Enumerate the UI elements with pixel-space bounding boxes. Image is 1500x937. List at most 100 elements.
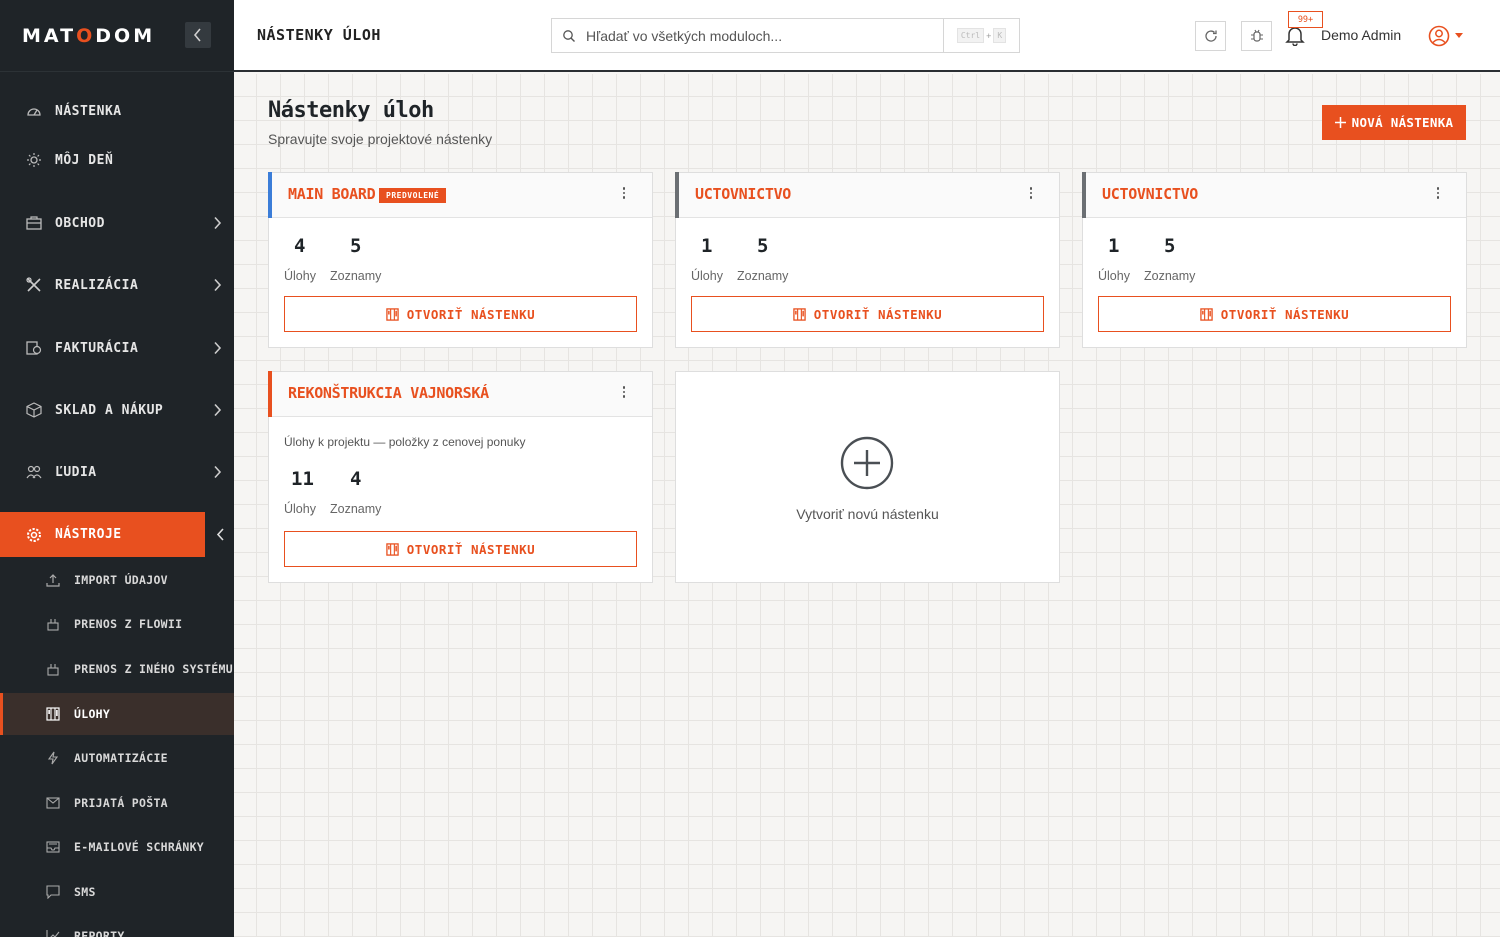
open-board-label: OTVORIŤ NÁSTENKU (813, 306, 943, 322)
sidebar-item-nastroje[interactable]: NÁSTROJE (0, 512, 234, 557)
board-title[interactable]: UCTOVNICTVO (1102, 185, 1198, 203)
board-accent-bar (268, 172, 272, 218)
stat-tasks-label: Úlohy (691, 269, 723, 283)
stat-tasks-caption: Úlohy (284, 263, 316, 283)
more-options-icon[interactable] (1028, 187, 1034, 199)
board-title[interactable]: MAIN BOARD (288, 185, 376, 203)
stat-lists: 4 (350, 468, 361, 490)
user-name[interactable]: Demo Admin (1321, 27, 1401, 43)
sidebar-item-label: OBCHOD (55, 215, 105, 231)
stat-lists-caption: Zoznamy (737, 263, 788, 283)
debug-button[interactable] (1241, 21, 1272, 51)
sidebar-item-moj-den[interactable]: MÔJ DEŇ (0, 139, 234, 181)
stat-lists-caption: Zoznamy (1144, 263, 1195, 283)
kanban-icon (386, 542, 399, 556)
open-board-button[interactable]: OTVORIŤ NÁSTENKU (284, 296, 637, 332)
sidebar-subitem-reporty[interactable]: REPORTY (0, 916, 234, 937)
stat-lists: 5 (1164, 235, 1175, 257)
open-board-button[interactable]: OTVORIŤ NÁSTENKU (691, 296, 1044, 332)
stat-lists-value: 4 (350, 468, 362, 490)
global-search[interactable]: Ctrl + K (551, 18, 1020, 53)
sidebar-item-nastenka[interactable]: NÁSTENKA (0, 90, 234, 132)
board-accent-bar (675, 172, 679, 218)
stat-tasks-caption: Úlohy (691, 263, 723, 283)
sidebar: MATODOM NÁSTENKA MÔJ DEŇ OBCHOD REALIZÁC… (0, 0, 234, 937)
chevron-right-icon (214, 216, 222, 230)
stat-lists-label: Zoznamy (330, 269, 382, 283)
kanban-icon (386, 307, 399, 321)
sidebar-item-ludia[interactable]: ĽUDIA (0, 451, 234, 493)
create-board-card[interactable]: Vytvoriť novú nástenku (675, 371, 1060, 583)
gear-icon (26, 527, 42, 543)
sidebar-item-label: SKLAD A NÁKUP (55, 402, 164, 418)
chevron-right-icon (214, 465, 222, 479)
sidebar-subitem-flowii[interactable]: PRENOS Z FLOWII (0, 604, 234, 644)
sidebar-item-fakturacia[interactable]: FAKTURÁCIA (0, 327, 234, 369)
board-card-header: REKONŠTRUKCIA VAJNORSKÁ (268, 371, 652, 417)
collapse-submenu-button[interactable] (202, 512, 234, 557)
sidebar-item-obchod[interactable]: OBCHOD (0, 202, 234, 244)
main-content: Nástenky úloh Spravujte svoje projektové… (234, 74, 1500, 937)
sidebar-subitem-label: PRIJATÁ POŠTA (74, 796, 168, 810)
refresh-button[interactable] (1195, 21, 1226, 51)
more-options-icon[interactable] (1435, 187, 1441, 199)
logo[interactable]: MATODOM (22, 25, 155, 47)
sidebar-subitem-posta[interactable]: PRIJATÁ POŠTA (0, 783, 234, 823)
chevron-left-icon (216, 528, 224, 541)
sidebar-subitem-schranky[interactable]: E-MAILOVÉ SCHRÁNKY (0, 827, 234, 867)
new-board-button[interactable]: NOVÁ NÁSTENKA (1322, 105, 1466, 140)
page-title: Nástenky úloh (268, 98, 434, 123)
sidebar-subitem-ine-systemy[interactable]: PRENOS Z INÉHO SYSTÉMU (0, 649, 234, 689)
open-board-button[interactable]: OTVORIŤ NÁSTENKU (1098, 296, 1451, 332)
stat-tasks: 1 (1108, 235, 1119, 257)
sidebar-subitem-label: IMPORT ÚDAJOV (74, 573, 168, 587)
stat-tasks-value: 1 (701, 235, 713, 257)
sidebar-subitem-import[interactable]: IMPORT ÚDAJOV (0, 560, 234, 600)
users-icon (26, 464, 42, 480)
chevron-down-icon[interactable] (1455, 33, 1463, 38)
page-label: NÁSTENKY ÚLOH (257, 26, 381, 44)
sidebar-subitem-label: SMS (74, 885, 96, 899)
box-icon (26, 402, 42, 418)
add-circle-icon (840, 436, 894, 490)
bell-icon[interactable] (1285, 25, 1305, 46)
dashboard-icon (26, 103, 42, 119)
new-board-label: NOVÁ NÁSTENKA (1351, 115, 1454, 130)
sidebar-item-label: MÔJ DEŇ (55, 152, 114, 168)
stat-lists-caption: Zoznamy (330, 263, 381, 283)
stat-lists: 5 (757, 235, 768, 257)
stat-tasks: 11 (291, 468, 314, 490)
stat-lists-value: 5 (1164, 235, 1176, 257)
kanban-icon (1200, 307, 1213, 321)
upload-icon (46, 573, 60, 587)
board-title[interactable]: UCTOVNICTVO (695, 185, 791, 203)
open-board-button[interactable]: OTVORIŤ NÁSTENKU (284, 531, 637, 567)
briefcase-icon (26, 215, 42, 231)
sidebar-subitem-ulohy[interactable]: ÚLOHY (0, 693, 234, 735)
notification-badge: 99+ (1288, 11, 1323, 28)
transfer-icon (46, 617, 60, 631)
sidebar-item-sklad[interactable]: SKLAD A NÁKUP (0, 389, 234, 431)
sidebar-item-label: NÁSTROJE (55, 527, 122, 542)
default-badge: PREDVOLENÉ (379, 188, 447, 203)
board-card-uctovnictvo-2: UCTOVNICTVO 1 Úlohy 5 Zoznamy OTVORIŤ NÁ… (1082, 172, 1467, 348)
stat-lists-value: 5 (350, 235, 362, 257)
sidebar-subitem-sms[interactable]: SMS (0, 872, 234, 912)
more-options-icon[interactable] (621, 187, 627, 199)
sidebar-subitem-automatizacie[interactable]: AUTOMATIZÁCIE (0, 738, 234, 778)
kbd-plus: + (986, 30, 992, 41)
more-options-icon[interactable] (621, 386, 627, 398)
bug-icon (1250, 29, 1263, 42)
sidebar-item-realizacia[interactable]: REALIZÁCIA (0, 264, 234, 306)
open-board-label: OTVORIŤ NÁSTENKU (1220, 306, 1350, 322)
kanban-icon (46, 707, 60, 721)
chevron-left-icon (193, 28, 201, 42)
transfer-icon (46, 662, 60, 676)
sidebar-item-label: REALIZÁCIA (55, 277, 139, 293)
board-title[interactable]: REKONŠTRUKCIA VAJNORSKÁ (288, 384, 489, 402)
search-input[interactable] (586, 20, 942, 51)
sidebar-item-label: FAKTURÁCIA (55, 340, 139, 356)
stat-tasks-label: Úlohy (284, 269, 316, 283)
user-avatar-icon[interactable] (1428, 25, 1450, 47)
sidebar-collapse-button[interactable] (185, 22, 211, 48)
